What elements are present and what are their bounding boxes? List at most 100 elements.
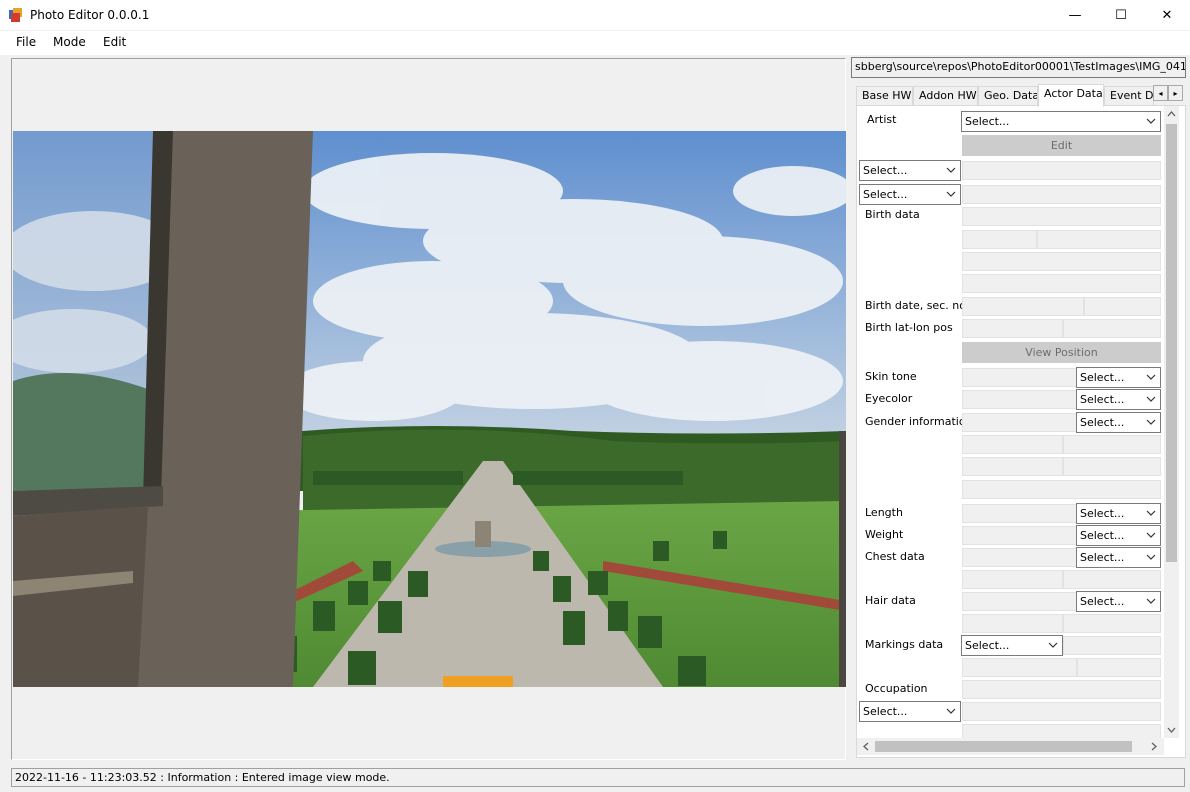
horizontal-scroll-thumb[interactable] [875,741,1132,752]
scroll-up-icon[interactable] [1167,110,1176,118]
markings-select-value: Select... [965,639,1010,652]
chest-field-b[interactable] [1063,570,1161,589]
tab-actor-data[interactable]: Actor Data [1038,84,1104,107]
actor-select-2[interactable]: Select... [859,184,961,205]
tab-geo-data[interactable]: Geo. Data [978,86,1038,106]
edit-button[interactable]: Edit [962,135,1161,156]
eyecolor-select[interactable]: Select... [1076,389,1161,410]
actor-select-1-value: Select... [863,164,908,177]
menu-bar: File Mode Edit [0,31,1190,55]
birth-data-field-d[interactable] [962,274,1161,293]
close-button[interactable]: ✕ [1144,0,1190,31]
birth-lon-field[interactable] [1063,319,1161,338]
title-bar: Photo Editor 0.0.0.1 — ☐ ✕ [0,0,1190,31]
gender-field-b[interactable] [1063,435,1161,454]
chest-field[interactable] [962,548,1077,567]
tab-addon-hw[interactable]: Addon HW [913,86,978,106]
menu-edit[interactable]: Edit [103,35,126,49]
hair-field-a[interactable] [962,614,1063,633]
markings-field-a[interactable] [962,658,1077,677]
chest-field-a[interactable] [962,570,1063,589]
tab-strip: Base HW Addon HW Geo. Data Actor Data Ev… [856,84,1186,107]
length-select[interactable]: Select... [1076,503,1161,524]
birth-date-label: Birth date, sec. no [865,299,966,312]
minimize-button[interactable]: — [1052,0,1098,31]
scroll-down-icon[interactable] [1167,726,1176,734]
birth-data-field-c[interactable] [962,252,1161,271]
chevron-down-icon [1146,598,1156,604]
occupation-label: Occupation [865,682,928,695]
occupation-field-a[interactable] [962,702,1161,721]
weight-field[interactable] [962,526,1077,545]
horizontal-scrollbar[interactable] [857,738,1164,755]
weight-label: Weight [865,528,904,541]
view-position-button[interactable]: View Position [962,342,1161,363]
chevron-down-icon [1146,554,1156,560]
gender-select[interactable]: Select... [1076,412,1161,433]
artist-select[interactable]: Select... [961,111,1161,132]
file-path-field[interactable]: sbberg\source\repos\PhotoEditor00001\Tes… [851,57,1186,78]
birth-latlon-label: Birth lat-lon pos [865,321,953,334]
tab-scroll-right-icon[interactable]: ▸ [1168,85,1183,101]
chevron-down-icon [946,191,956,197]
weight-select-value: Select... [1080,529,1125,542]
birth-date-field[interactable] [962,297,1084,316]
chevron-down-icon [946,167,956,173]
markings-field[interactable] [1063,636,1161,655]
birth-data-label: Birth data [865,208,920,221]
chest-select-value: Select... [1080,551,1125,564]
markings-select[interactable]: Select... [961,635,1063,656]
actor-field-1[interactable] [962,161,1161,180]
occupation-field[interactable] [962,680,1161,699]
hair-field-b[interactable] [1063,614,1161,633]
gender-field[interactable] [962,413,1077,432]
length-label: Length [865,506,903,519]
scroll-left-icon[interactable] [862,742,870,751]
occupation-select-value: Select... [863,705,908,718]
markings-field-b[interactable] [1077,658,1161,677]
actor-select-1[interactable]: Select... [859,160,961,181]
chest-select[interactable]: Select... [1076,547,1161,568]
skin-tone-label: Skin tone [865,370,917,383]
gender-field-d[interactable] [1063,457,1161,476]
hair-field[interactable] [962,592,1077,611]
chevron-down-icon [1146,419,1156,425]
image-viewer[interactable] [11,58,846,760]
birth-data-field[interactable] [962,207,1161,226]
tab-base-hw[interactable]: Base HW [856,86,913,106]
sec-no-field[interactable] [1084,297,1161,316]
gender-field-c[interactable] [962,457,1063,476]
actor-data-panel: Artist Select... Edit Select... Select..… [856,105,1186,758]
photo[interactable] [13,131,846,687]
actor-field-2[interactable] [962,185,1161,204]
hair-select-value: Select... [1080,595,1125,608]
eyecolor-select-value: Select... [1080,393,1125,406]
length-select-value: Select... [1080,507,1125,520]
maximize-button[interactable]: ☐ [1098,0,1144,31]
hair-select[interactable]: Select... [1076,591,1161,612]
scroll-right-icon[interactable] [1150,742,1158,751]
weight-select[interactable]: Select... [1076,525,1161,546]
chevron-down-icon [1146,532,1156,538]
birth-lat-field[interactable] [962,319,1063,338]
skin-tone-field[interactable] [962,368,1077,387]
actor-select-2-value: Select... [863,188,908,201]
gender-field-e[interactable] [962,480,1161,499]
menu-file[interactable]: File [16,35,36,49]
tab-scroll-left-icon[interactable]: ◂ [1153,85,1168,101]
gender-field-a[interactable] [962,435,1063,454]
birth-data-field-a[interactable] [962,230,1037,249]
vertical-scroll-thumb[interactable] [1166,124,1177,562]
chest-label: Chest data [865,550,925,563]
menu-mode[interactable]: Mode [53,35,86,49]
skin-tone-select[interactable]: Select... [1076,367,1161,388]
chevron-down-icon [1146,396,1156,402]
birth-data-field-b[interactable] [1037,230,1161,249]
tab-event-data[interactable]: Event Da [1104,86,1154,106]
eyecolor-field[interactable] [962,390,1077,409]
skin-tone-select-value: Select... [1080,371,1125,384]
vertical-scrollbar[interactable] [1164,106,1179,738]
occupation-select[interactable]: Select... [859,701,961,722]
length-field[interactable] [962,504,1077,523]
chevron-down-icon [1048,642,1058,648]
